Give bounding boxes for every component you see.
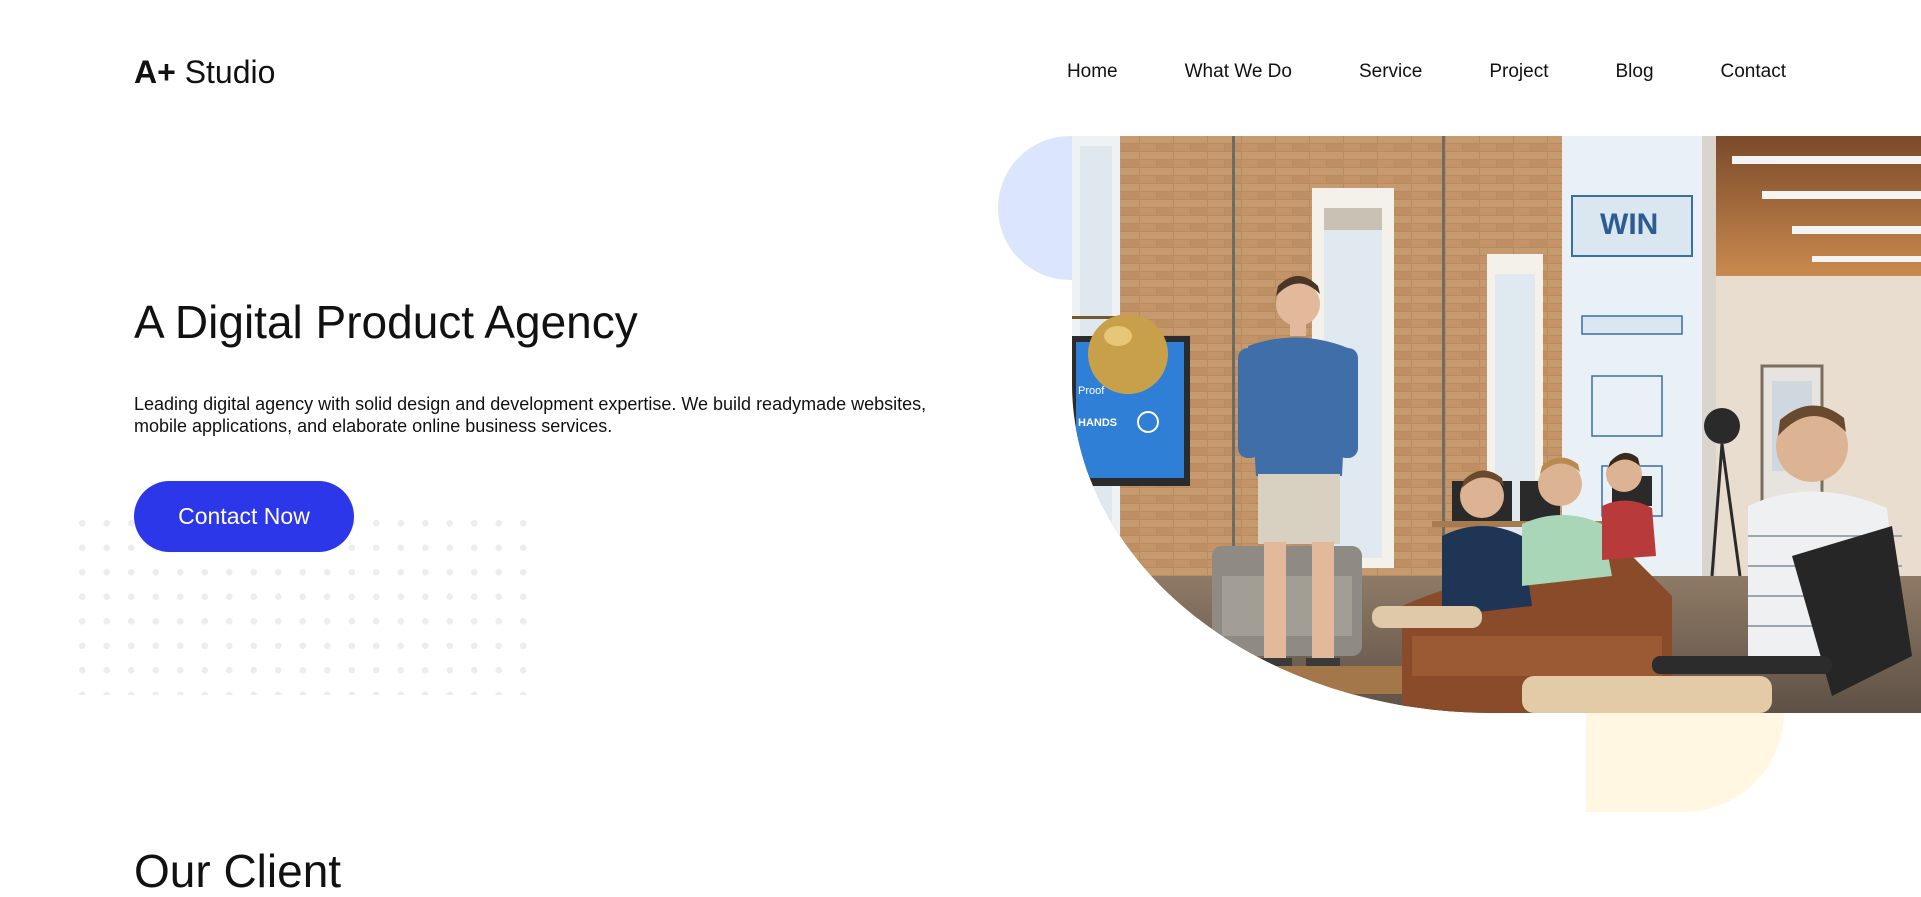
svg-text:WIN: WIN [1600,208,1658,241]
logo-mark: A+ [134,54,176,90]
nav-home[interactable]: Home [1067,60,1118,84]
nav-blog[interactable]: Blog [1615,60,1653,84]
logo[interactable]: A+ Studio [134,52,275,92]
svg-text:HANDS: HANDS [1078,417,1117,429]
gold-lamp [1088,314,1168,394]
nav-project[interactable]: Project [1489,60,1548,84]
nav-service[interactable]: Service [1359,60,1422,84]
our-client-title: Our Client [134,845,342,897]
nav-what-we-do[interactable]: What We Do [1185,60,1292,84]
main-nav: Home What We Do Service Project Blog Con… [1067,60,1786,84]
hero-description: Leading digital agency with solid design… [134,394,927,436]
hero-image: WIN Proof HANDS [1072,136,1921,713]
landing-page: A+ Studio Home What We Do Service Projec… [0,0,1921,897]
contact-now-button[interactable]: Contact Now [134,481,354,552]
svg-text:Proof: Proof [1078,385,1105,397]
nav-contact[interactable]: Contact [1721,60,1786,84]
logo-text: Studio [184,54,276,90]
office-scene-illustration: WIN Proof HANDS [1072,136,1921,713]
hero-title: A Digital Product Agency [134,296,638,348]
